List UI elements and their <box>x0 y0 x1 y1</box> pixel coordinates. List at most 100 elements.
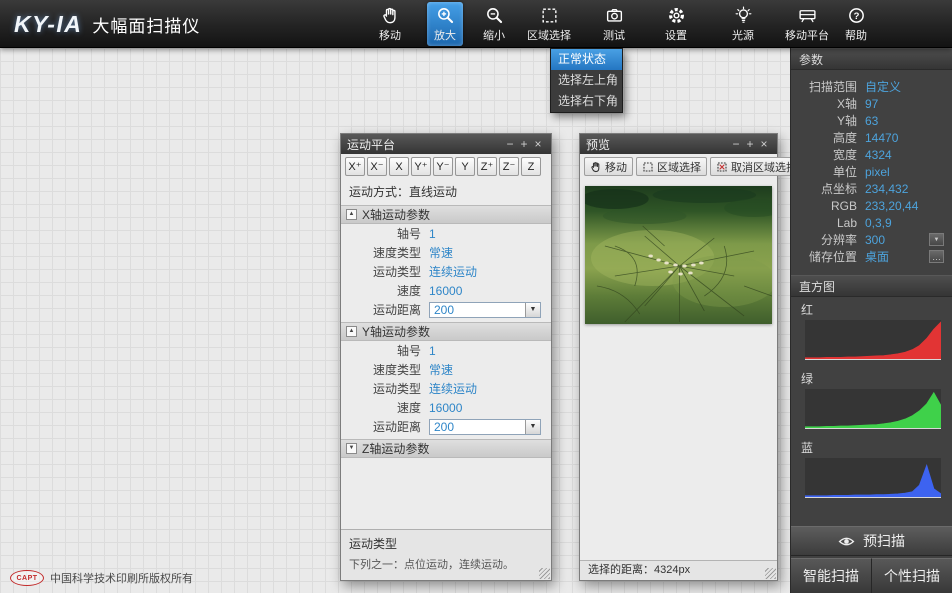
param-row-width: 宽度 4324 <box>791 146 952 163</box>
z-minus-button[interactable]: Z⁻ <box>499 157 519 176</box>
preview-move-button[interactable]: 移动 <box>584 157 633 176</box>
panel-title: 预览 <box>586 136 729 153</box>
browse-location-button[interactable]: … <box>929 250 944 263</box>
preview-panel: 预览 − + × 移动 区域选择 取消区域选择 <box>579 133 778 581</box>
z-stop-button[interactable]: Z <box>521 157 541 176</box>
chevron-down-icon[interactable]: ▼ <box>525 303 540 317</box>
row-value: 连续运动 <box>429 263 477 280</box>
toolbar-light-button[interactable]: 光源 <box>725 2 761 46</box>
row-value[interactable]: 自定义 <box>865 78 936 95</box>
region-select-icon <box>540 5 559 25</box>
copyright-footer: CAPT 中国科学技术印刷所版权所有 <box>10 570 193 586</box>
region-select-menu: 正常状态 选择左上角 选择右下角 <box>550 48 623 113</box>
resize-grip[interactable] <box>765 568 776 579</box>
menu-item-select-top-left[interactable]: 选择左上角 <box>551 70 622 91</box>
param-row: 速度类型 常速 <box>341 360 551 379</box>
x-plus-button[interactable]: X⁺ <box>345 157 365 176</box>
zoom-in-icon <box>436 5 455 25</box>
histogram-header: 直方图 <box>791 275 952 297</box>
param-row-point-coord: 点坐标 234,432 <box>791 180 952 197</box>
toolbar-platform-button[interactable]: 移动平台 <box>778 2 836 46</box>
preview-panel-titlebar[interactable]: 预览 − + × <box>580 134 777 154</box>
param-row: 运动类型 连续运动 <box>341 262 551 281</box>
custom-scan-button[interactable]: 个性扫描 <box>872 558 952 593</box>
smart-scan-button[interactable]: 智能扫描 <box>791 558 872 593</box>
row-label: 扫描范围 <box>791 78 857 95</box>
ellipsis-icon: … <box>932 254 941 260</box>
prescan-button[interactable]: 预扫描 <box>791 526 952 556</box>
x-stop-button[interactable]: X <box>389 157 409 176</box>
y-minus-button[interactable]: Y⁻ <box>433 157 453 176</box>
maximize-icon[interactable]: + <box>517 134 531 154</box>
chevron-down-icon[interactable]: ▼ <box>525 420 540 434</box>
x-distance-select[interactable]: 200 ▼ <box>429 302 541 318</box>
param-row: 速度 16000 <box>341 281 551 300</box>
svg-text:?: ? <box>853 10 859 21</box>
copyright-text: 中国科学技术印刷所版权所有 <box>50 570 193 586</box>
row-value: 常速 <box>429 361 453 378</box>
motion-platform-panel: 运动平台 − + × X⁺ X⁻ X Y⁺ Y⁻ Y Z⁺ Z⁻ Z 运动方式：… <box>340 133 552 581</box>
row-value: 300 <box>865 233 929 247</box>
y-axis-section-header[interactable]: ▲ Y轴运动参数 <box>341 322 551 341</box>
toolbar-settings-button[interactable]: 设置 <box>658 2 694 46</box>
x-minus-button[interactable]: X⁻ <box>367 157 387 176</box>
preview-image[interactable] <box>585 186 772 324</box>
minimize-icon[interactable]: − <box>729 134 743 154</box>
z-axis-section-header[interactable]: ▼ Z轴运动参数 <box>341 439 551 458</box>
z-axis-section: ▼ Z轴运动参数 <box>341 439 551 458</box>
toolbar-zoom-out-button[interactable]: 缩小 <box>476 2 512 46</box>
resize-grip[interactable] <box>539 568 550 579</box>
button-label: 移动 <box>605 159 627 175</box>
top-toolbar: KY-IA 大幅面扫描仪 移动 放大 缩小 区域选择 <box>0 0 952 48</box>
row-value: 233,20,44 <box>865 199 936 213</box>
collapse-up-icon[interactable]: ▲ <box>346 209 357 220</box>
y-distance-select[interactable]: 200 ▼ <box>429 419 541 435</box>
toolbar-move-button[interactable]: 移动 <box>372 2 408 46</box>
menu-item-normal-state[interactable]: 正常状态 <box>551 49 622 70</box>
row-value: 16000 <box>429 401 462 415</box>
preview-toolbar: 移动 区域选择 取消区域选择 <box>580 154 777 179</box>
row-value: 连续运动 <box>429 380 477 397</box>
hand-icon <box>590 161 602 173</box>
toolbar-zoom-in-button[interactable]: 放大 <box>427 2 463 46</box>
row-label: 运动距离 <box>341 301 429 318</box>
motion-panel-titlebar[interactable]: 运动平台 − + × <box>341 134 551 154</box>
param-row-rgb: RGB 233,20,44 <box>791 197 952 214</box>
eye-icon <box>838 534 855 549</box>
row-value: 16000 <box>429 284 462 298</box>
motion-help-footer: 运动类型 下列之一：点位运动，连续运动。 <box>341 529 551 580</box>
camera-icon <box>605 5 624 25</box>
row-label: 运动类型 <box>341 380 429 397</box>
section-title: Y轴运动参数 <box>362 323 430 340</box>
preview-status-text: 选择的距离：4324px <box>580 560 777 580</box>
x-axis-section-header[interactable]: ▲ X轴运动参数 <box>341 205 551 224</box>
y-stop-button[interactable]: Y <box>455 157 475 176</box>
param-row-scan-range: 扫描范围 自定义 <box>791 78 952 95</box>
resolution-dropdown-button[interactable]: ▼ <box>929 233 944 246</box>
green-histogram-graph <box>805 389 941 429</box>
y-plus-button[interactable]: Y⁺ <box>411 157 431 176</box>
z-plus-button[interactable]: Z⁺ <box>477 157 497 176</box>
panel-title: 运动平台 <box>347 136 503 153</box>
toolbar-help-button[interactable]: ? 帮助 <box>838 2 874 46</box>
toolbar-test-button[interactable]: 测试 <box>596 2 632 46</box>
collapse-up-icon[interactable]: ▲ <box>346 326 357 337</box>
param-row-unit: 单位 pixel <box>791 163 952 180</box>
close-icon[interactable]: × <box>757 134 771 154</box>
param-row-height: 高度 14470 <box>791 129 952 146</box>
param-row: 速度类型 常速 <box>341 243 551 262</box>
app-title: 大幅面扫描仪 <box>92 12 200 37</box>
minimize-icon[interactable]: − <box>503 134 517 154</box>
button-label: 取消区域选择 <box>731 159 797 175</box>
collapse-down-icon[interactable]: ▼ <box>346 443 357 454</box>
row-label: 速度类型 <box>341 244 429 261</box>
toolbar-region-select-button[interactable]: 区域选择 <box>520 2 578 46</box>
menu-item-select-bottom-right[interactable]: 选择右下角 <box>551 91 622 112</box>
preview-region-select-button[interactable]: 区域选择 <box>636 157 707 176</box>
histogram-red: 红 <box>791 297 952 366</box>
close-icon[interactable]: × <box>531 134 545 154</box>
row-value: 0,3,9 <box>865 216 936 230</box>
channel-label: 蓝 <box>791 437 952 458</box>
maximize-icon[interactable]: + <box>743 134 757 154</box>
param-row-save-location: 储存位置 桌面 … <box>791 248 952 265</box>
